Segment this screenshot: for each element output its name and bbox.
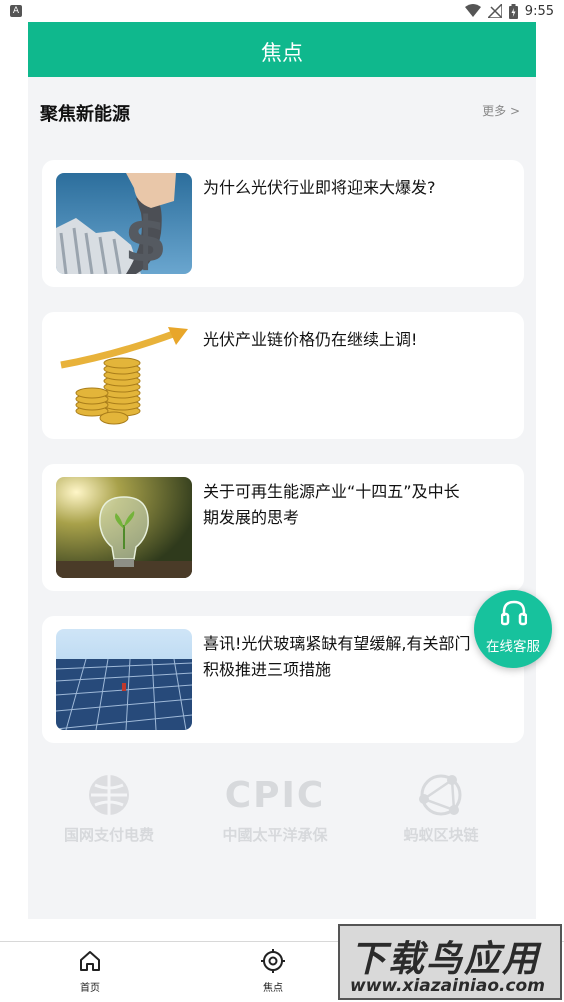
online-service-label: 在线客服: [486, 639, 540, 655]
status-icons: 9:55: [464, 3, 554, 19]
news-thumbnail: [56, 325, 192, 426]
partner-cpic: CPIC 中國太平洋承保: [200, 770, 350, 845]
status-bar: A 9:55: [0, 0, 564, 22]
partner-name: 蚂蚁区块链: [403, 826, 479, 844]
news-thumbnail: $: [56, 173, 192, 274]
tab-focus[interactable]: 焦点: [243, 948, 303, 994]
watermark-logo: 下载鸟应用 www.xiazainiao.com: [338, 924, 562, 1000]
more-link[interactable]: 更多 >: [482, 102, 520, 119]
online-service-button[interactable]: 在线客服: [474, 590, 552, 668]
solar-panels-image: [56, 629, 192, 730]
dollar-stairs-image: $: [56, 173, 192, 274]
partner-name: 中國太平洋承保: [222, 826, 328, 844]
news-thumbnail: [56, 629, 192, 730]
watermark-title: 下载鸟应用: [350, 939, 541, 980]
app-notification-icon: A: [10, 5, 22, 17]
cpic-logo-text: CPIC: [224, 774, 326, 816]
lightbulb-sprout-image: [56, 477, 192, 578]
news-thumbnail: [56, 477, 192, 578]
page-title: 焦点: [261, 41, 303, 65]
partner-name: 国网支付电费: [63, 826, 154, 844]
page-header: 焦点: [28, 22, 536, 77]
home-icon: [80, 951, 100, 971]
battery-icon: [508, 3, 518, 19]
news-headline: 为什么光伏行业即将迎来大爆发?: [203, 178, 436, 197]
watermark-url: www.xiazainiao.com: [350, 976, 545, 996]
svg-text:$: $: [124, 203, 167, 274]
news-headline: 喜讯!光伏玻璃紧缺有望缓解,有关部门积极推进三项措施: [203, 634, 471, 679]
state-grid-logo: [34, 770, 184, 820]
wifi-icon: [464, 4, 481, 17]
news-card[interactable]: 关于可再生能源产业“十四五”及中长期发展的思考: [42, 464, 524, 591]
news-headline: 关于可再生能源产业“十四五”及中长期发展的思考: [203, 482, 460, 527]
partner-logos: 国网支付电费 CPIC 中國太平洋承保 蚂蚁区块链: [28, 770, 536, 860]
section-title: 聚焦新能源: [40, 104, 130, 125]
coins-arrow-image: [56, 325, 192, 426]
cpic-logo: CPIC: [200, 770, 350, 820]
no-signal-icon: [487, 4, 502, 18]
partner-ant-chain: 蚂蚁区块链: [366, 770, 516, 845]
ant-chain-logo: [366, 770, 516, 820]
section-header: 聚焦新能源 更多 >: [40, 98, 520, 126]
tab-label: 焦点: [263, 983, 283, 994]
tab-home[interactable]: 首页: [60, 948, 120, 994]
clock: 9:55: [524, 3, 554, 19]
tab-label: 首页: [80, 983, 100, 994]
focus-target-icon: [261, 949, 285, 973]
news-headline: 光伏产业链价格仍在继续上调!: [203, 330, 418, 349]
news-card[interactable]: 光伏产业链价格仍在继续上调!: [42, 312, 524, 439]
headset-icon: [501, 600, 527, 626]
news-card[interactable]: 喜讯!光伏玻璃紧缺有望缓解,有关部门积极推进三项措施: [42, 616, 524, 743]
news-card[interactable]: $ 为什么光伏行业即将迎来大爆发?: [42, 160, 524, 287]
partner-state-grid: 国网支付电费: [34, 770, 184, 845]
